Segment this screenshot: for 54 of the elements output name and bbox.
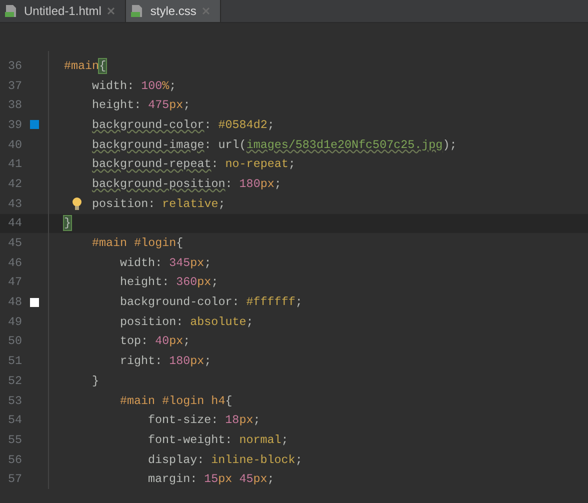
css-declaration: font-weight: normal; [148, 432, 288, 447]
file-icon [130, 4, 144, 18]
line-number: 50 [6, 334, 22, 348]
line-number: 55 [6, 432, 22, 447]
line-number: 36 [6, 58, 22, 73]
css-declaration: background-color: #0584d2; [92, 118, 274, 132]
brace: { [176, 236, 184, 250]
css-declaration: position: absolute; [120, 314, 254, 329]
line-number: 48 [6, 295, 22, 310]
css-declaration: background-repeat: no-repeat; [92, 157, 296, 172]
brace: { [225, 394, 232, 408]
css-declaration: top: 40px; [120, 334, 190, 348]
css-selector: #main #login h4 [120, 394, 226, 408]
file-icon [4, 4, 18, 18]
file-tab[interactable]: style.css [126, 0, 222, 22]
brace: } [64, 216, 72, 230]
line-number: 44 [6, 216, 22, 230]
line-number: 57 [6, 472, 22, 486]
line-number: 37 [6, 78, 22, 93]
css-declaration: height: 475px; [92, 98, 190, 112]
line-number: 56 [6, 452, 22, 467]
css-declaration: display: inline-block; [148, 452, 302, 467]
line-number: 38 [6, 98, 22, 112]
color-swatch[interactable] [30, 120, 39, 130]
css-declaration: font-size: 18px; [148, 413, 260, 428]
line-number: 49 [6, 314, 22, 329]
line-number: 42 [6, 176, 22, 191]
lightbulb-icon[interactable] [72, 196, 82, 211]
css-declaration: position: relative; [92, 196, 226, 211]
css-declaration: background-position: 180px; [92, 176, 282, 191]
color-swatch[interactable] [30, 298, 39, 307]
css-declaration: background-color: #ffffff; [120, 295, 302, 310]
css-selector: #main [64, 58, 100, 73]
brace: } [92, 374, 100, 388]
css-selector: #main #login [92, 236, 176, 250]
line-number: 52 [6, 374, 22, 388]
line-number: 46 [6, 256, 22, 270]
css-declaration: background-image: url(images/583d1e20Nfc507c25.jpg); [92, 138, 457, 152]
line-number: 51 [6, 354, 22, 368]
line-number: 47 [6, 275, 22, 290]
line-number: 41 [6, 157, 22, 172]
css-declaration: width: 100%; [92, 78, 176, 93]
css-declaration: right: 180px; [120, 354, 212, 368]
line-number: 53 [6, 394, 22, 408]
line-number: 43 [6, 196, 22, 211]
css-declaration: width: 345px; [120, 256, 212, 270]
css-declaration: margin: 15px 45px; [148, 472, 274, 486]
line-number: 54 [6, 413, 22, 428]
close-icon[interactable] [107, 7, 116, 15]
css-declaration: height: 360px; [120, 275, 218, 290]
brace: { [99, 58, 106, 73]
line-number: 40 [6, 138, 22, 152]
line-number: 39 [6, 118, 22, 132]
line-number: 45 [6, 236, 22, 250]
